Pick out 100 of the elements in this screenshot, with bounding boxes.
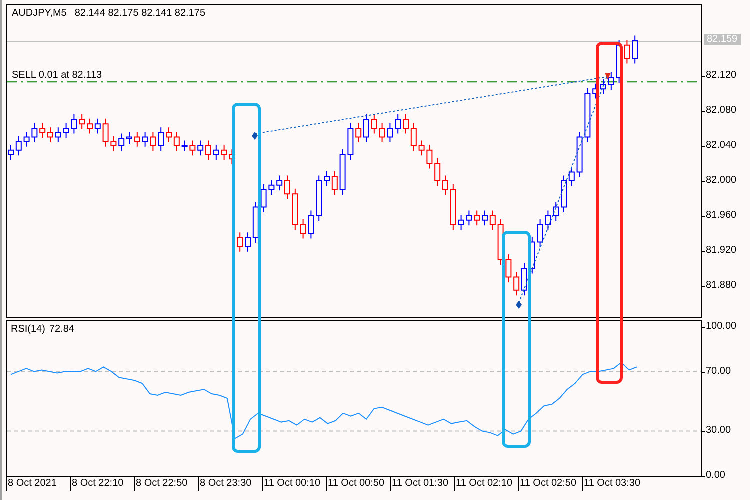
axis-label: 82.080 xyxy=(706,106,737,116)
candle xyxy=(616,40,622,84)
axis-label: 81.920 xyxy=(706,246,737,256)
candle xyxy=(24,132,30,148)
candle xyxy=(482,210,488,226)
candle xyxy=(221,144,228,160)
candle xyxy=(458,214,464,230)
candle xyxy=(332,170,338,196)
candle xyxy=(198,140,204,156)
axis-label: 81.880 xyxy=(706,281,737,291)
candle xyxy=(506,254,512,283)
time-label: 8 Oct 23:30 xyxy=(198,477,262,491)
axis-label: 82.000 xyxy=(706,176,737,186)
candle xyxy=(94,118,101,134)
candle xyxy=(118,133,125,152)
candle xyxy=(356,122,362,143)
time-label: 11 Oct 03:30 xyxy=(582,477,646,491)
candle xyxy=(268,180,275,196)
axis-label: 82.040 xyxy=(706,141,737,151)
axis-label: 100.00 xyxy=(706,322,737,332)
candle xyxy=(8,144,14,160)
candle xyxy=(308,210,314,240)
candle xyxy=(568,166,575,187)
candle xyxy=(324,170,330,187)
candle xyxy=(40,122,46,139)
candle xyxy=(514,272,520,296)
candle xyxy=(102,118,109,148)
candle xyxy=(284,175,290,200)
candle xyxy=(276,175,283,192)
candle xyxy=(190,140,196,156)
candle xyxy=(63,122,70,139)
candle xyxy=(237,232,244,252)
axis-label: 70.00 xyxy=(706,366,732,377)
candle xyxy=(213,144,220,160)
candle xyxy=(387,122,394,143)
candle xyxy=(340,149,346,196)
time-label: 11 Oct 01:30 xyxy=(390,477,454,491)
candle xyxy=(316,175,322,222)
candle xyxy=(87,118,93,134)
candle xyxy=(16,136,22,156)
candle xyxy=(206,140,212,160)
candle xyxy=(450,184,456,230)
candle xyxy=(32,122,38,143)
candle xyxy=(110,136,117,152)
time-label: 8 Oct 2021 xyxy=(6,477,70,491)
candle xyxy=(418,140,425,156)
candle xyxy=(292,188,298,230)
candle xyxy=(545,210,552,230)
candle xyxy=(553,202,560,222)
indicator-name: RSI(14) xyxy=(11,324,46,335)
time-label: 11 Oct 02:50 xyxy=(518,477,582,491)
candle xyxy=(166,127,172,143)
candle xyxy=(592,83,599,100)
candle xyxy=(55,127,62,143)
candle xyxy=(608,72,614,90)
candle xyxy=(150,132,156,152)
candle xyxy=(624,40,630,64)
candle xyxy=(426,144,433,170)
candle xyxy=(182,140,188,152)
candle xyxy=(410,122,417,152)
time-label: 8 Oct 22:10 xyxy=(70,477,134,491)
candle xyxy=(142,132,148,148)
candle xyxy=(348,122,354,160)
candle xyxy=(584,88,591,143)
candle xyxy=(561,175,567,213)
symbol-label: AUDJPY,M5 xyxy=(12,8,67,19)
candle xyxy=(490,210,496,230)
candle xyxy=(466,210,472,226)
axis-label: 82.120 xyxy=(706,71,737,81)
candle xyxy=(442,175,448,196)
candle xyxy=(48,127,54,143)
time-label: 11 Oct 02:10 xyxy=(454,477,518,491)
candle xyxy=(498,219,504,266)
candle xyxy=(300,219,306,240)
candle xyxy=(174,132,180,152)
candle xyxy=(364,114,370,143)
candle xyxy=(576,132,583,178)
indicator-value: 72.84 xyxy=(49,324,74,335)
candle xyxy=(260,184,267,213)
candle xyxy=(403,114,409,134)
time-label: 11 Oct 00:50 xyxy=(326,477,390,491)
candle xyxy=(71,114,78,134)
candle xyxy=(79,114,86,130)
candle xyxy=(252,202,259,244)
candle xyxy=(379,122,386,143)
candle xyxy=(632,35,638,64)
candle xyxy=(529,236,536,274)
candle xyxy=(474,210,480,226)
candle xyxy=(537,219,544,248)
candle xyxy=(395,114,402,134)
axis-label: 0.00 xyxy=(706,471,726,481)
candle xyxy=(371,114,378,134)
time-label: 11 Oct 00:10 xyxy=(262,477,326,491)
ohlc-values: 82.144 82.175 82.141 82.175 xyxy=(74,8,206,19)
axis-label: 30.00 xyxy=(706,426,732,436)
candle xyxy=(158,127,164,152)
candle xyxy=(434,158,441,187)
candle xyxy=(126,132,132,145)
candle xyxy=(522,262,528,296)
candle xyxy=(600,79,606,95)
